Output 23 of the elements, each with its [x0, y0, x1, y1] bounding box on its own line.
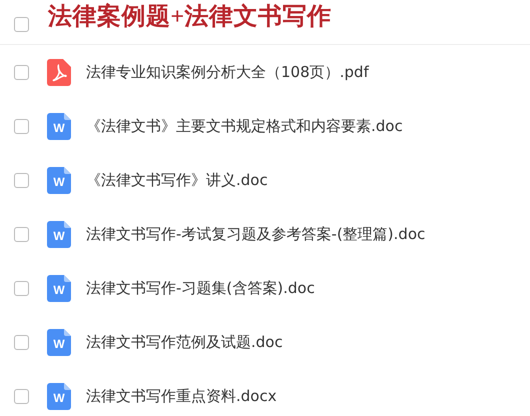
- checkbox[interactable]: [14, 334, 29, 350]
- pdf-file-icon: [47, 58, 71, 86]
- checkbox[interactable]: [14, 17, 29, 32]
- checkbox[interactable]: [14, 280, 29, 296]
- page-title: 法律案例题+法律文书写作: [48, 2, 332, 32]
- checkbox[interactable]: [14, 172, 29, 188]
- file-name[interactable]: 《法律文书写作》讲义.doc: [86, 170, 268, 190]
- file-name[interactable]: 法律文书写作-考试复习题及参考答案-(整理篇).doc: [86, 224, 426, 244]
- checkbox[interactable]: [14, 226, 29, 242]
- word-file-icon: W: [47, 112, 71, 140]
- file-name[interactable]: 《法律文书》主要文书规定格式和内容要素.doc: [86, 116, 403, 136]
- word-file-icon: W: [47, 382, 71, 410]
- word-file-icon: W: [47, 220, 71, 248]
- checkbox[interactable]: [14, 388, 29, 404]
- word-file-icon: W: [47, 166, 71, 194]
- checkbox[interactable]: [14, 118, 29, 134]
- file-name[interactable]: 法律专业知识案例分析大全（108页）.pdf: [86, 62, 369, 82]
- word-file-icon: W: [47, 328, 71, 356]
- word-file-icon: W: [47, 274, 71, 302]
- checkbox[interactable]: [14, 64, 29, 80]
- file-name[interactable]: 法律文书写作范例及试题.doc: [86, 332, 283, 352]
- file-name[interactable]: 法律文书写作重点资料.docx: [86, 386, 277, 406]
- file-name[interactable]: 法律文书写作-习题集(含答案).doc: [86, 278, 315, 298]
